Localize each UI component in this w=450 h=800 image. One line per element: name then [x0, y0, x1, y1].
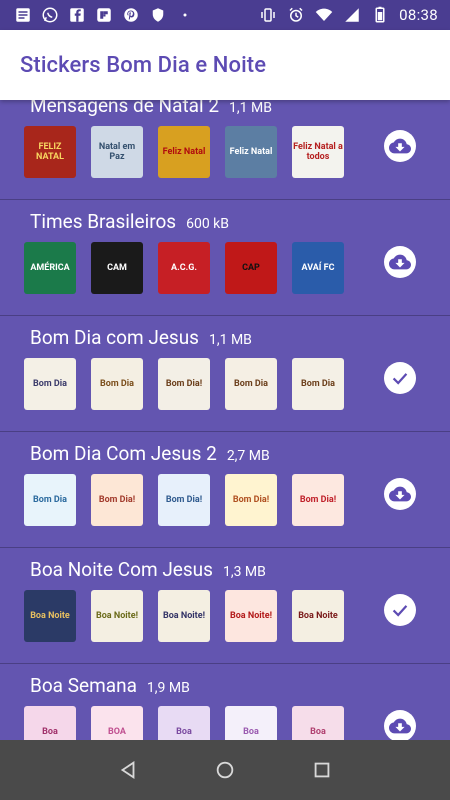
sticker-thumbnail: Bom Dia! — [91, 474, 143, 526]
sticker-thumbnail: Boa Noite! — [225, 590, 277, 642]
pack-title: Boa Noite Com Jesus — [30, 558, 213, 581]
whatsapp-icon — [41, 6, 59, 24]
added-check-button[interactable] — [384, 362, 416, 394]
sticker-thumbnail: Bom Dia — [225, 358, 277, 410]
home-button[interactable] — [205, 750, 245, 790]
sticker-pack-item[interactable]: Bom Dia Com Jesus 2 2,7 MB Bom Dia Bom Di… — [0, 432, 450, 548]
status-time: 08:38 — [399, 6, 438, 24]
facebook-icon — [68, 6, 86, 24]
sticker-thumbnail: AVAÍ FC — [292, 242, 344, 294]
sticker-thumbnail: Boa Noite! — [158, 590, 210, 642]
sticker-pack-item[interactable]: Boa Semana 1,9 MB Boa BOA Boa Boa Boa — [0, 664, 450, 740]
pack-title: Bom Dia com Jesus — [30, 326, 199, 349]
sticker-previews: AMÉRICA CAM A.C.G. CAP AVAÍ FC — [24, 242, 344, 294]
recents-button[interactable] — [302, 750, 342, 790]
check-icon — [392, 605, 408, 617]
sticker-thumbnail: Bom Dia — [91, 358, 143, 410]
pack-size: 1,1 MB — [209, 332, 252, 348]
sticker-pack-item[interactable]: Boa Noite Com Jesus 1,3 MB Boa Noite Boa … — [0, 548, 450, 664]
battery-icon — [371, 6, 389, 24]
sticker-thumbnail: CAP — [225, 242, 277, 294]
sticker-thumbnail: FELIZ NATAL — [24, 126, 76, 178]
recents-square-icon — [314, 762, 329, 778]
sticker-thumbnail: Boa — [292, 706, 344, 740]
home-circle-icon — [216, 761, 234, 779]
pack-size: 600 kB — [186, 216, 229, 232]
sticker-previews: Boa BOA Boa Boa Boa — [24, 706, 344, 740]
sticker-pack-list[interactable]: Mensagens de Natal 2 1,1 MB FELIZ NATAL N… — [0, 100, 450, 740]
sticker-thumbnail: Boa — [225, 706, 277, 740]
sticker-thumbnail: A.C.G. — [158, 242, 210, 294]
cloud-download-icon — [389, 718, 411, 734]
sticker-previews: Boa Noite Boa Noite! Boa Noite! Boa Noite! B… — [24, 590, 344, 642]
sticker-thumbnail: Bom Dia! — [158, 474, 210, 526]
sticker-pack-item[interactable]: Mensagens de Natal 2 1,1 MB FELIZ NATAL N… — [0, 100, 450, 200]
sticker-thumbnail: Boa — [24, 706, 76, 740]
sticker-pack-item[interactable]: Times Brasileiros 600 kB AMÉRICA CAM A.C.G… — [0, 200, 450, 316]
signal-icon — [343, 6, 361, 24]
pack-title: Bom Dia Com Jesus 2 — [30, 442, 217, 465]
pack-size: 2,7 MB — [226, 448, 270, 464]
download-button[interactable] — [384, 710, 416, 740]
sticker-thumbnail: Boa — [158, 706, 210, 740]
back-button[interactable] — [108, 750, 148, 790]
sticker-thumbnail: Bom Dia — [292, 358, 344, 410]
sticker-thumbnail: Boa Noite — [292, 590, 344, 642]
sticker-previews: FELIZ NATAL Natal em Paz Feliz Natal Feliz … — [24, 126, 344, 178]
sticker-thumbnail: Bom Dia! — [292, 474, 344, 526]
sticker-thumbnail: CAM — [91, 242, 143, 294]
pack-title: Times Brasileiros — [30, 210, 177, 233]
vibrate-icon — [259, 6, 277, 24]
download-button[interactable] — [384, 246, 416, 278]
app-title: Stickers Bom Dia e Noite — [20, 52, 267, 78]
pack-title: Boa Semana — [30, 674, 137, 697]
pack-size: 1,9 MB — [146, 680, 190, 696]
system-icons: 08:38 — [259, 6, 450, 24]
sticker-previews: Bom Dia Bom Dia Bom Dia! Bom Dia Bom Dia — [24, 358, 344, 410]
sticker-thumbnail: Boa Noite! — [91, 590, 143, 642]
added-check-button[interactable] — [384, 594, 416, 626]
sticker-thumbnail: Bom Dia — [24, 358, 76, 410]
sticker-thumbnail: Feliz Natal — [158, 126, 210, 178]
sticker-thumbnail: Bom Dia! — [225, 474, 277, 526]
alarm-icon — [287, 6, 305, 24]
cloud-download-icon — [389, 138, 411, 154]
cloud-download-icon — [389, 486, 411, 502]
status-bar: 08:38 — [0, 0, 450, 30]
sticker-thumbnail: AMÉRICA — [24, 242, 76, 294]
download-button[interactable] — [384, 130, 416, 162]
cloud-download-icon — [389, 254, 411, 270]
sticker-thumbnail: Bom Dia — [24, 474, 76, 526]
pack-size: 1,1 MB — [229, 100, 272, 116]
sticker-thumbnail: Feliz Natal a todos — [292, 126, 344, 178]
sticker-thumbnail: Boa Noite — [24, 590, 76, 642]
system-nav-bar — [0, 740, 450, 800]
pinterest-icon — [122, 6, 140, 24]
back-triangle-icon — [121, 760, 135, 780]
check-icon — [392, 373, 408, 385]
app-bar: Stickers Bom Dia e Noite — [0, 30, 450, 100]
sticker-thumbnail: Bom Dia! — [158, 358, 210, 410]
shield-icon — [149, 6, 167, 24]
sticker-previews: Bom Dia Bom Dia! Bom Dia! Bom Dia! Bom Dia! — [24, 474, 344, 526]
sticker-thumbnail: BOA — [91, 706, 143, 740]
message-icon — [14, 6, 32, 24]
wifi-icon — [315, 6, 333, 24]
pack-size: 1,3 MB — [222, 564, 266, 580]
flipboard-icon — [95, 6, 113, 24]
sticker-pack-item[interactable]: Bom Dia com Jesus 1,1 MB Bom Dia Bom Dia B… — [0, 316, 450, 432]
sticker-thumbnail: Feliz Natal — [225, 126, 277, 178]
sticker-thumbnail: Natal em Paz — [91, 126, 143, 178]
pack-title: Mensagens de Natal 2 — [30, 100, 220, 117]
notification-icons — [0, 6, 194, 24]
download-button[interactable] — [384, 478, 416, 510]
more-dots-icon — [176, 6, 194, 24]
